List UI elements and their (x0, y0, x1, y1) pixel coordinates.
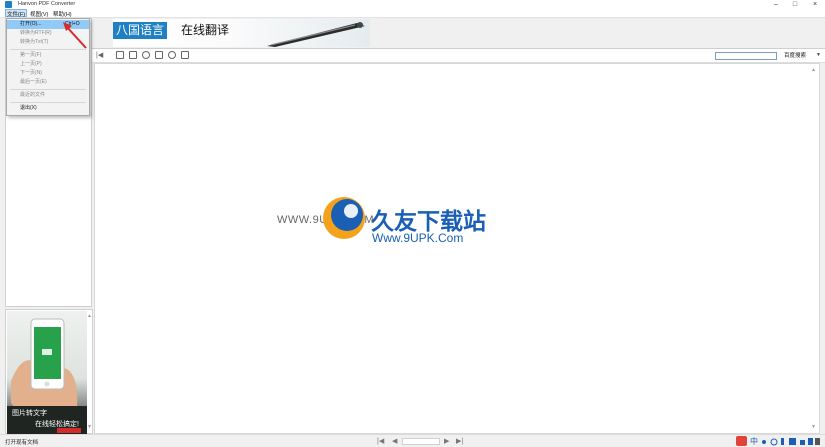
status-text: 打开现有文档 (5, 440, 39, 446)
system-tray-icons: 中 (736, 436, 820, 446)
scroll-down-icon[interactable]: ▼ (87, 424, 92, 430)
baidu-search-button[interactable]: 百度搜索 (784, 51, 806, 59)
thumb-line-2: 在线轻松搞定! (35, 421, 79, 428)
next-page-icon[interactable]: ▶ (444, 437, 449, 445)
pen-scanner-icon (267, 22, 365, 47)
fit-width-icon[interactable] (181, 51, 189, 59)
scroll-up-icon[interactable]: ▲ (87, 313, 92, 319)
page-number-input[interactable] (402, 438, 440, 445)
annotation-arrow (63, 22, 87, 49)
maximize-icon[interactable]: □ (788, 0, 802, 9)
window-title: Hanvon PDF Converter (18, 1, 76, 7)
zoom-in-icon[interactable] (116, 51, 124, 59)
menu-separator (10, 102, 86, 103)
menu-item-first-page[interactable]: 第一页(F) (7, 51, 89, 60)
menu-item-next-page[interactable]: 下一页(N) (7, 69, 89, 78)
chevron-down-icon[interactable]: ▼ (816, 52, 821, 58)
menu-bar: 文件(F) 视图(V) 帮助(H) (0, 9, 825, 18)
thumb-line-1: 图片转文字 (12, 410, 47, 417)
minimize-icon[interactable]: – (769, 0, 783, 9)
menu-view[interactable]: 视图(V) (29, 10, 49, 18)
menu-separator (10, 89, 86, 90)
menu-item-recent[interactable]: 最近的文件 (7, 91, 89, 100)
menu-item-open-label: 打开(O)... (20, 21, 42, 27)
ad-thumbnail[interactable]: 图片转文字 在线轻松搞定! (7, 311, 87, 434)
status-bar: 打开现有文档 |◀ ◀ ▶ ▶| 中 (0, 434, 825, 447)
prev-page-icon[interactable]: ◀ (392, 437, 397, 445)
watermark-logo-icon (323, 197, 365, 239)
menu-help[interactable]: 帮助(H) (52, 10, 73, 18)
watermark-url: Www.9UPK.Com (372, 231, 464, 245)
ad-banner[interactable]: 八国语言 在线翻译 (113, 19, 370, 47)
rotate-right-icon[interactable] (168, 51, 176, 59)
first-page-tool-icon[interactable]: |◀ (96, 51, 103, 59)
rotate-left-icon[interactable] (142, 51, 150, 59)
scroll-up-icon[interactable]: ▲ (811, 67, 816, 73)
thumbnail-pane: 图片转文字 在线轻松搞定! ▲ ▼ (5, 309, 93, 434)
search-input[interactable] (715, 52, 777, 60)
menu-item-last-page[interactable]: 最后一页(E) (7, 78, 89, 87)
first-page-icon[interactable]: |◀ (377, 437, 384, 445)
menu-item-exit[interactable]: 退出(X) (7, 104, 89, 113)
close-icon[interactable]: × (808, 0, 822, 9)
banner-text: 在线翻译 (181, 23, 230, 37)
last-page-icon[interactable]: ▶| (456, 437, 463, 445)
banner-highlight: 八国语言 (113, 22, 168, 39)
app-icon (5, 1, 12, 8)
scroll-down-icon[interactable]: ▼ (811, 424, 816, 430)
menu-item-prev-page[interactable]: 上一页(P) (7, 60, 89, 69)
menu-file[interactable]: 文件(F) (5, 9, 28, 18)
fit-page-icon[interactable] (155, 51, 163, 59)
svg-text:中: 中 (750, 436, 758, 446)
title-bar: Hanvon PDF Converter – □ × (0, 0, 825, 9)
document-view[interactable]: WWW.9UPK.COM 久友下载站 Www.9UPK.Com ▲ ▼ (94, 63, 820, 434)
zoom-out-icon[interactable] (129, 51, 137, 59)
